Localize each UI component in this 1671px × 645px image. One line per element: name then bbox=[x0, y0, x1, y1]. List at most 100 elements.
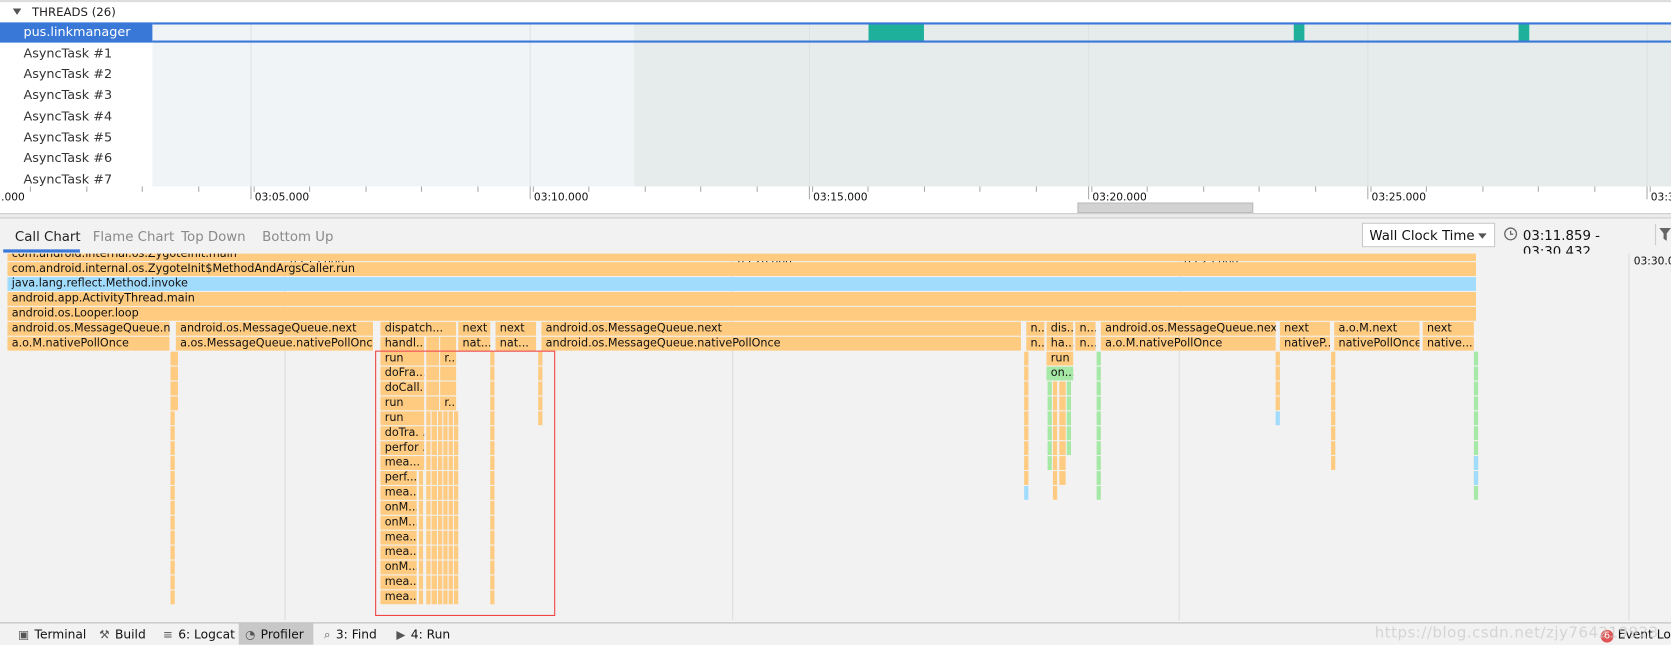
call-frame-sliver[interactable] bbox=[1047, 381, 1052, 396]
call-frame-sliver[interactable] bbox=[1024, 396, 1029, 411]
call-frame-sliver[interactable] bbox=[1024, 485, 1029, 500]
call-frame-sliver[interactable] bbox=[1052, 456, 1058, 470]
call-frame-sliver[interactable] bbox=[1275, 411, 1280, 426]
call-frame-sliver[interactable] bbox=[1275, 351, 1280, 366]
call-frame[interactable]: dis... bbox=[1046, 321, 1074, 336]
call-frame-sliver[interactable] bbox=[170, 590, 175, 605]
call-frame-sliver[interactable] bbox=[1052, 381, 1058, 396]
call-frame-sliver[interactable] bbox=[1024, 366, 1029, 381]
call-frame-sliver[interactable] bbox=[1047, 456, 1052, 470]
call-frame-sliver[interactable] bbox=[1024, 426, 1029, 441]
call-frame-sliver[interactable] bbox=[1096, 411, 1101, 426]
call-frame[interactable]: a.o.M.next bbox=[1334, 321, 1420, 336]
call-frame[interactable]: next bbox=[458, 321, 491, 336]
call-frame[interactable]: n... bbox=[1026, 336, 1045, 351]
call-frame-sliver[interactable] bbox=[1275, 366, 1280, 381]
thread-row[interactable]: AsyncTask #2 bbox=[0, 64, 152, 84]
call-frame-sliver[interactable] bbox=[1052, 485, 1058, 500]
call-frame-sliver[interactable] bbox=[170, 575, 175, 590]
thread-row[interactable]: AsyncTask #4 bbox=[0, 106, 152, 126]
call-frame[interactable]: run bbox=[1046, 351, 1074, 366]
call-frame[interactable]: nativePollOnce bbox=[1334, 336, 1420, 351]
call-frame-sliver[interactable] bbox=[1096, 366, 1101, 381]
profiler-button[interactable]: ◔ Profiler bbox=[238, 623, 314, 645]
call-frame-sliver[interactable] bbox=[1275, 396, 1280, 411]
call-chart[interactable]: 03:15.00003:20.00003:25.00003:30.000com.… bbox=[0, 253, 1671, 621]
call-frame-sliver[interactable] bbox=[1275, 381, 1280, 396]
call-frame[interactable]: dispatch... bbox=[380, 321, 457, 336]
call-frame-sliver[interactable] bbox=[1473, 396, 1479, 411]
call-frame-sliver[interactable] bbox=[1096, 441, 1101, 456]
call-frame-sliver[interactable] bbox=[1066, 441, 1072, 456]
call-frame-sliver[interactable] bbox=[1331, 411, 1336, 426]
call-frame-sliver[interactable] bbox=[1066, 396, 1072, 411]
call-frame[interactable]: android.os.MessageQueue.next bbox=[1100, 321, 1276, 336]
call-frame[interactable]: a.os.MessageQueue.nativePollOnce bbox=[175, 336, 373, 351]
call-frame-sliver[interactable] bbox=[1096, 471, 1101, 485]
call-frame-sliver[interactable] bbox=[1331, 441, 1336, 456]
call-frame-sliver[interactable] bbox=[170, 560, 175, 575]
call-frame-sliver[interactable] bbox=[1024, 456, 1029, 470]
call-frame-sliver[interactable] bbox=[173, 381, 178, 396]
call-frame-sliver[interactable] bbox=[1059, 426, 1066, 441]
call-frame[interactable]: com.android.internal.os.ZygoteInit$Metho… bbox=[7, 262, 1476, 277]
thread-row[interactable]: AsyncTask #6 bbox=[0, 148, 152, 168]
call-frame-sliver[interactable] bbox=[1024, 351, 1029, 366]
call-frame-sliver[interactable] bbox=[1059, 381, 1066, 396]
call-frame[interactable]: android.os.MessageQueue.next bbox=[175, 321, 373, 336]
call-frame-sliver[interactable] bbox=[1473, 411, 1479, 426]
tab-call-chart[interactable]: Call Chart bbox=[15, 228, 81, 244]
call-frame[interactable]: n... bbox=[1075, 336, 1096, 351]
call-frame-sliver[interactable] bbox=[1047, 396, 1052, 411]
call-frame-sliver[interactable] bbox=[170, 530, 175, 545]
call-frame-sliver[interactable] bbox=[1066, 381, 1072, 396]
call-frame[interactable]: next bbox=[1279, 321, 1330, 336]
run-button[interactable]: ▶ 4: Run bbox=[390, 623, 456, 644]
call-frame[interactable]: n... bbox=[1075, 321, 1096, 336]
call-frame[interactable]: handl... bbox=[380, 336, 425, 351]
call-frame[interactable]: android.app.ActivityThread.main bbox=[7, 291, 1476, 306]
collapse-triangle-icon[interactable] bbox=[12, 8, 22, 15]
call-frame-sliver[interactable] bbox=[1096, 426, 1101, 441]
call-frame-sliver[interactable] bbox=[1059, 471, 1066, 485]
call-frame-sliver[interactable] bbox=[170, 441, 175, 456]
call-frame-sliver[interactable] bbox=[1059, 456, 1066, 470]
call-frame-sliver[interactable] bbox=[1052, 396, 1058, 411]
call-frame-sliver[interactable] bbox=[1331, 456, 1336, 470]
splitter-handle[interactable] bbox=[0, 213, 1671, 219]
call-frame[interactable]: ha... bbox=[1046, 336, 1074, 351]
call-frame-sliver[interactable] bbox=[1473, 441, 1479, 456]
call-frame[interactable]: native... bbox=[1422, 336, 1474, 351]
clock-type-select[interactable]: Wall Clock Time bbox=[1361, 222, 1496, 248]
call-frame-sliver[interactable] bbox=[1024, 441, 1029, 456]
call-frame-sliver[interactable] bbox=[170, 485, 175, 500]
call-frame-sliver[interactable] bbox=[1096, 485, 1101, 500]
call-frame[interactable]: android.os.MessageQueue.next bbox=[7, 321, 170, 336]
call-frame[interactable]: android.os.MessageQueue.next bbox=[541, 321, 1021, 336]
call-frame-sliver[interactable] bbox=[1331, 366, 1336, 381]
tab-top-down[interactable]: Top Down bbox=[181, 228, 245, 244]
call-frame[interactable]: n... bbox=[1026, 321, 1045, 336]
call-frame[interactable]: java.lang.reflect.Method.invoke bbox=[7, 277, 1476, 291]
call-frame-sliver[interactable] bbox=[1473, 366, 1479, 381]
call-frame-sliver[interactable] bbox=[170, 500, 175, 515]
call-frame-sliver[interactable] bbox=[170, 426, 175, 441]
thread-row[interactable]: AsyncTask #1 bbox=[0, 43, 152, 63]
call-frame-sliver[interactable] bbox=[1331, 396, 1336, 411]
call-frame[interactable]: android.os.MessageQueue.nativePollOnce bbox=[541, 336, 1021, 351]
call-frame-sliver[interactable] bbox=[1047, 441, 1052, 456]
call-frame-sliver[interactable] bbox=[1331, 426, 1336, 441]
call-frame[interactable]: nativeP... bbox=[1279, 336, 1330, 351]
call-frame-sliver[interactable] bbox=[1059, 411, 1066, 426]
terminal-button[interactable]: ▣ Terminal bbox=[12, 623, 93, 644]
call-frame-sliver[interactable] bbox=[1052, 441, 1058, 456]
call-frame-sliver[interactable] bbox=[1066, 426, 1072, 441]
call-frame-sliver[interactable] bbox=[170, 456, 175, 470]
call-frame-sliver[interactable] bbox=[1473, 471, 1479, 485]
thread-row[interactable]: AsyncTask #3 bbox=[0, 85, 152, 105]
tab-bottom-up[interactable]: Bottom Up bbox=[262, 228, 333, 244]
call-frame[interactable] bbox=[426, 336, 440, 351]
call-frame-sliver[interactable] bbox=[1473, 351, 1479, 366]
call-frame-sliver[interactable] bbox=[1331, 381, 1336, 396]
call-frame-sliver[interactable] bbox=[1473, 426, 1479, 441]
